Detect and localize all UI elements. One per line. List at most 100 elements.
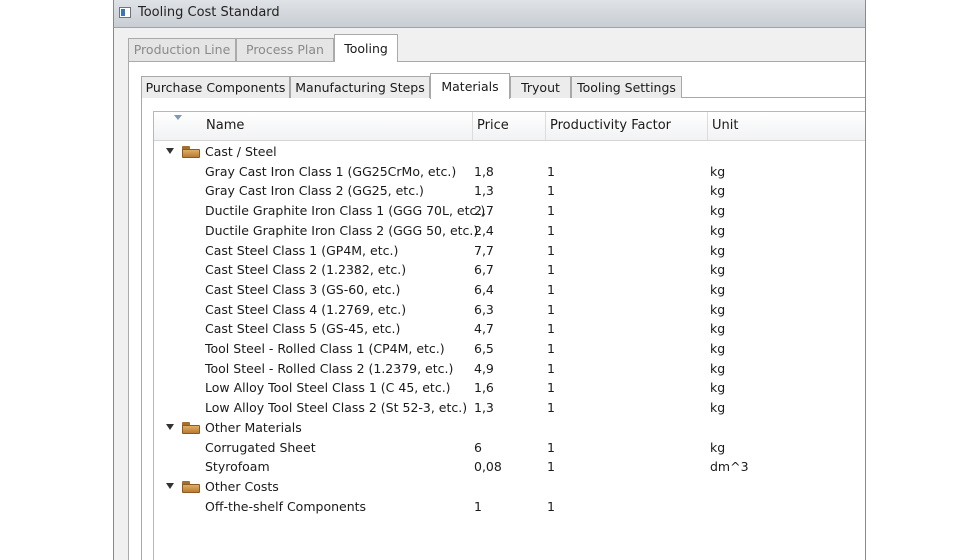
cell-name: Styrofoam	[205, 459, 270, 475]
cell-productivity-factor: 1	[547, 360, 555, 376]
cell-name: Low Alloy Tool Steel Class 2 (St 52-3, e…	[205, 400, 468, 416]
app-icon	[119, 7, 131, 18]
cell-productivity-factor: 1	[547, 203, 555, 219]
group-name: Other Materials	[205, 419, 302, 435]
cell-productivity-factor: 1	[547, 222, 555, 238]
cell-productivity-factor: 1	[547, 439, 555, 455]
window-title: Tooling Cost Standard	[138, 5, 280, 20]
cell-name: Cast Steel Class 2 (1.2382, etc.)	[205, 262, 407, 278]
cell-name: Cast Steel Class 3 (GS-60, etc.)	[205, 281, 401, 297]
cell-price: 6,5	[474, 341, 494, 356]
group-name: Cast / Steel	[205, 144, 277, 159]
cell-unit: kg	[710, 242, 726, 258]
cell-productivity-factor: 1	[547, 341, 555, 356]
cell-unit: dm^3	[710, 459, 749, 475]
table-row[interactable]: Gray Cast Iron Class 1 (GG25CrMo, etc.) 1…	[154, 162, 865, 182]
sort-indicator-icon	[174, 115, 182, 120]
cell-unit: kg	[710, 163, 726, 179]
grid-header: Name Price Productivity Factor Unit	[154, 112, 865, 141]
cell-name: Tool Steel - Rolled Class 2 (1.2379, etc…	[205, 360, 454, 376]
cell-productivity-factor: 1	[547, 281, 555, 297]
folder-icon	[182, 421, 200, 434]
cell-unit: kg	[710, 281, 726, 297]
group-row[interactable]: Other Costs	[154, 477, 865, 497]
cell-price: 4,9	[474, 360, 494, 376]
cell-name: Ductile Graphite Iron Class 2 (GGG 50, e…	[205, 222, 479, 238]
table-row[interactable]: Cast Steel Class 5 (GS-45, etc.) 4,7 1 kg	[154, 319, 865, 339]
cell-price: 2,4	[474, 222, 494, 238]
tab-tryout[interactable]: Tryout	[510, 76, 571, 98]
cell-productivity-factor: 1	[547, 321, 555, 337]
tab-process-plan[interactable]: Process Plan	[236, 38, 334, 61]
table-row[interactable]: Ductile Graphite Iron Class 2 (GGG 50, e…	[154, 221, 865, 241]
cell-name: Gray Cast Iron Class 1 (GG25CrMo, etc.)	[205, 163, 457, 179]
expand-toggle-icon[interactable]	[166, 148, 174, 154]
cell-productivity-factor: 1	[547, 262, 555, 278]
group-row[interactable]: Cast / Steel	[154, 142, 865, 162]
cell-unit: kg	[710, 262, 726, 278]
app-window: Tooling Cost Standard Production Line Pr…	[113, 0, 866, 560]
cell-price: 6,3	[474, 301, 494, 317]
cell-unit: kg	[710, 439, 726, 455]
cell-unit: kg	[710, 222, 726, 238]
tab-tooling-settings[interactable]: Tooling Settings	[571, 76, 682, 98]
expand-toggle-icon[interactable]	[166, 482, 174, 489]
table-row[interactable]: Off-the-shelf Components 1 1	[154, 497, 865, 517]
column-header-price[interactable]: Price	[472, 112, 545, 140]
cell-productivity-factor: 1	[547, 498, 555, 514]
cell-name: Low Alloy Tool Steel Class 1 (C 45, etc.…	[205, 380, 451, 396]
cell-price: 1,8	[474, 163, 494, 179]
cell-price: 0,08	[474, 459, 502, 475]
table-row[interactable]: Cast Steel Class 3 (GS-60, etc.) 6,4 1 kg	[154, 280, 865, 300]
cell-price: 7,7	[474, 242, 494, 258]
cell-productivity-factor: 1	[547, 301, 555, 317]
cell-name: Cast Steel Class 5 (GS-45, etc.)	[205, 321, 401, 337]
cell-unit: kg	[710, 400, 726, 416]
cell-productivity-factor: 1	[547, 183, 555, 199]
tab-manufacturing-steps[interactable]: Manufacturing Steps	[290, 76, 430, 98]
table-row[interactable]: Corrugated Sheet 6 1 kg	[154, 438, 865, 458]
table-row[interactable]: Cast Steel Class 4 (1.2769, etc.) 6,3 1 kg	[154, 300, 865, 320]
folder-icon	[182, 146, 200, 158]
cell-name: Corrugated Sheet	[205, 439, 316, 455]
tab-production-line[interactable]: Production Line	[128, 38, 236, 61]
table-row[interactable]: Cast Steel Class 1 (GP4M, etc.) 7,7 1 kg	[154, 241, 865, 261]
table-row[interactable]: Low Alloy Tool Steel Class 2 (St 52-3, e…	[154, 398, 865, 418]
folder-icon	[182, 480, 200, 493]
group-row[interactable]: Other Materials	[154, 418, 865, 438]
cell-unit: kg	[710, 321, 726, 337]
tab-purchase-components[interactable]: Purchase Components	[141, 76, 290, 98]
cell-productivity-factor: 1	[547, 242, 555, 258]
materials-grid: Name Price Productivity Factor Unit Cast…	[153, 111, 865, 560]
table-row[interactable]: Gray Cast Iron Class 2 (GG25, etc.) 1,3 1 k…	[154, 181, 865, 201]
cell-unit: kg	[710, 341, 726, 356]
cell-price: 6	[474, 439, 482, 455]
group-name: Other Costs	[205, 478, 279, 494]
tab-materials[interactable]: Materials	[430, 73, 510, 99]
cell-price: 1,3	[474, 183, 494, 199]
table-row[interactable]: Cast Steel Class 2 (1.2382, etc.) 6,7 1 kg	[154, 260, 865, 280]
cell-productivity-factor: 1	[547, 163, 555, 179]
table-row[interactable]: Ductile Graphite Iron Class 1 (GGG 70L, …	[154, 201, 865, 221]
cell-unit: kg	[710, 360, 726, 376]
cell-name: Off-the-shelf Components	[205, 498, 367, 514]
table-row[interactable]: Tool Steel - Rolled Class 1 (CP4M, etc.)…	[154, 339, 865, 359]
cell-productivity-factor: 1	[547, 380, 555, 396]
cell-price: 6,7	[474, 262, 494, 278]
cell-name: Ductile Graphite Iron Class 1 (GGG 70L, …	[205, 203, 486, 219]
expand-toggle-icon[interactable]	[166, 423, 174, 430]
column-header-name[interactable]: Name	[202, 112, 472, 140]
tab-tooling[interactable]: Tooling	[334, 34, 398, 62]
cell-name: Tool Steel - Rolled Class 1 (CP4M, etc.)	[205, 341, 445, 356]
cell-productivity-factor: 1	[547, 400, 555, 416]
cell-price: 1,3	[474, 400, 494, 416]
table-row[interactable]: Low Alloy Tool Steel Class 1 (C 45, etc.…	[154, 378, 865, 398]
table-row[interactable]: Tool Steel - Rolled Class 2 (1.2379, etc…	[154, 359, 865, 379]
cell-price: 1	[474, 498, 482, 514]
cell-unit: kg	[710, 380, 726, 396]
column-header-productivity-factor[interactable]: Productivity Factor	[545, 112, 707, 140]
cell-name: Cast Steel Class 4 (1.2769, etc.)	[205, 301, 407, 317]
cell-price: 6,4	[474, 281, 494, 297]
column-header-unit[interactable]: Unit	[707, 112, 865, 140]
table-row[interactable]: Styrofoam 0,08 1 dm^3	[154, 457, 865, 477]
